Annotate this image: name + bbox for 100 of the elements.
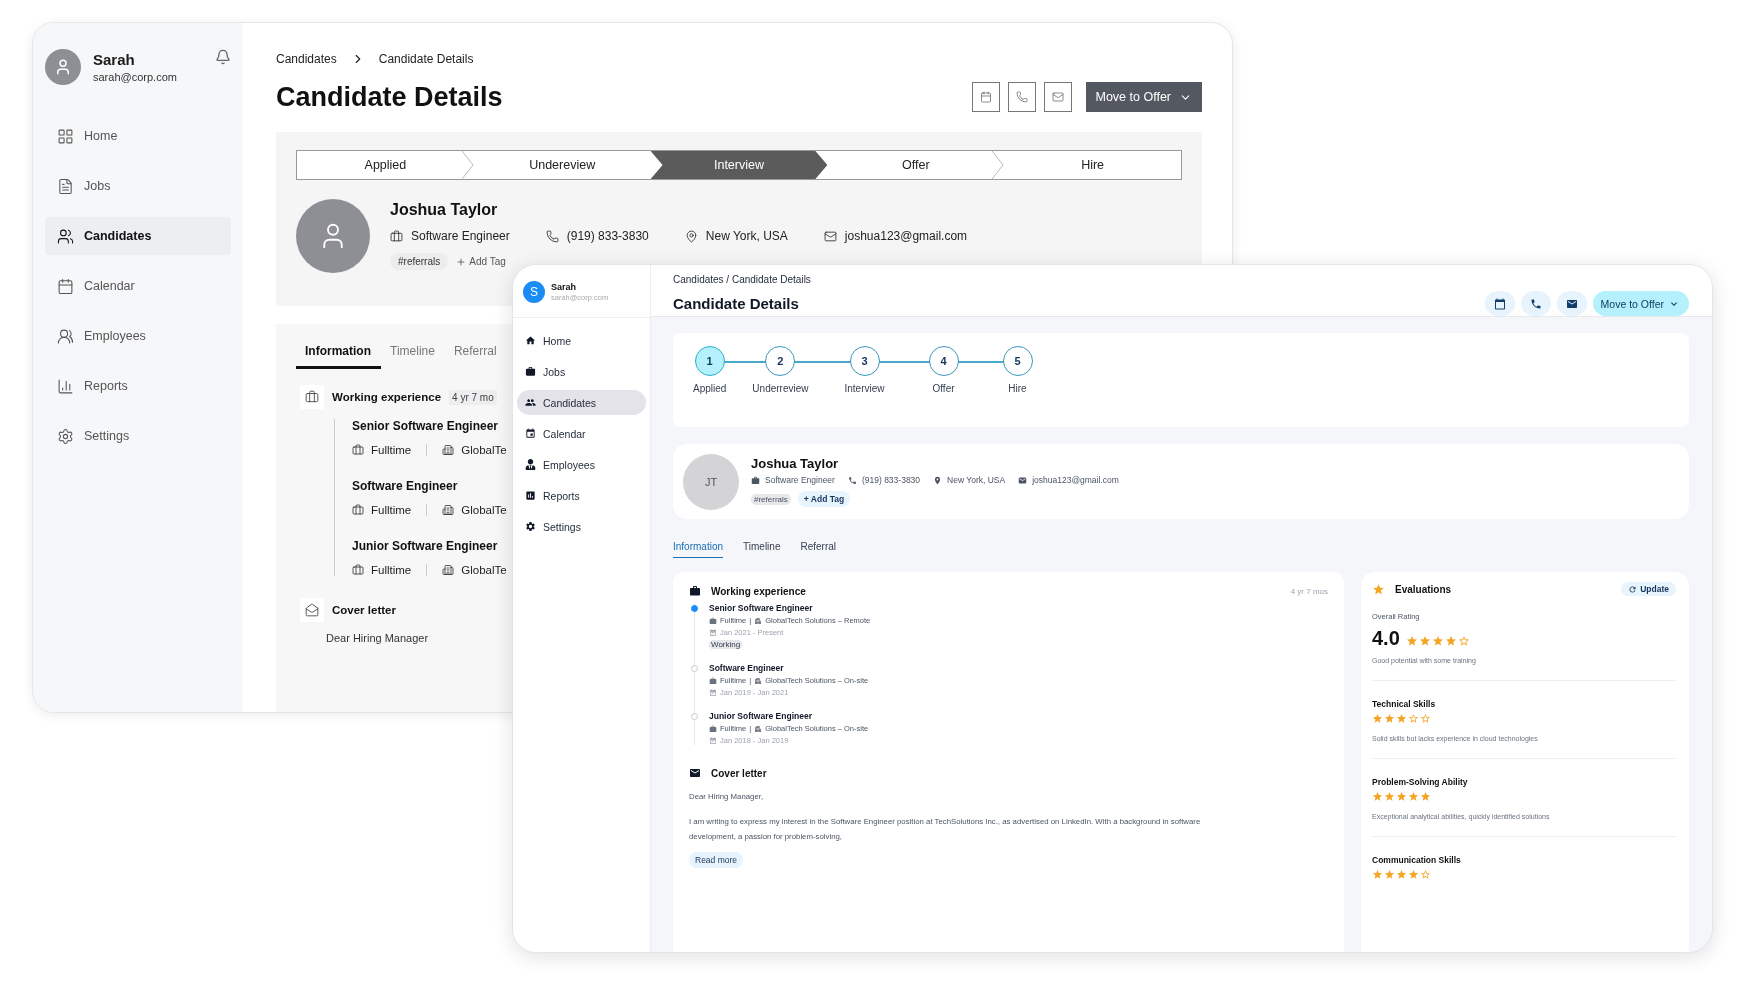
mail-icon — [1565, 297, 1578, 310]
user-name: Sarah — [93, 51, 136, 68]
building-icon — [754, 616, 763, 625]
nav-item[interactable]: Calendar — [517, 421, 646, 446]
nav-item[interactable]: Reports — [45, 367, 231, 405]
tab[interactable]: Timeline — [743, 541, 781, 558]
nav-item[interactable]: Reports — [517, 483, 646, 508]
add-tag-button[interactable]: + Add Tag — [797, 491, 851, 507]
grid-icon — [57, 127, 74, 145]
nav-item[interactable]: Jobs — [45, 167, 231, 205]
step-circle[interactable]: 4 — [928, 346, 959, 376]
step-label: Interview — [844, 383, 885, 394]
pipeline-stage[interactable]: Interview — [650, 151, 828, 179]
candidate-detail: New York, USA — [705, 229, 788, 243]
nav-item[interactable]: Calendar — [45, 267, 231, 305]
pipeline-stage[interactable]: Undereview — [473, 151, 651, 179]
envelope-icon — [300, 598, 324, 622]
user-name: Sarah — [551, 282, 577, 292]
breadcrumb-item[interactable]: Candidates — [276, 52, 337, 66]
mail-icon — [1018, 475, 1028, 485]
step-circle[interactable]: 5 — [1002, 346, 1033, 376]
candidate-name: Joshua Taylor — [751, 456, 840, 471]
candidate-detail: New York, USA — [947, 475, 1006, 485]
job-type: Fulltime — [371, 564, 412, 576]
cover-letter-text: Dear Hiring Manager — [326, 632, 429, 644]
candidate-name: Joshua Taylor — [390, 201, 499, 219]
step-circle[interactable]: 3 — [849, 346, 880, 376]
briefcase-icon — [352, 564, 364, 576]
bar-chart-icon — [57, 377, 74, 395]
nav-item[interactable]: Employees — [45, 317, 231, 355]
people-icon — [57, 227, 74, 245]
briefcase-icon — [709, 676, 717, 685]
nav-label: Settings — [84, 429, 130, 443]
mail-icon — [689, 767, 701, 779]
tag: #referrals — [390, 253, 449, 270]
nav-item[interactable]: Home — [45, 117, 231, 155]
step-circle[interactable]: 2 — [765, 346, 796, 376]
criterion-name: Technical Skills — [1372, 699, 1437, 709]
phone-button[interactable] — [1520, 291, 1551, 316]
pipeline-stage[interactable]: Applied — [297, 151, 474, 179]
move-to-offer-button[interactable]: Move to Offer — [1592, 291, 1689, 316]
avatar — [45, 49, 81, 85]
step-label: Offer — [932, 383, 955, 394]
location-pin-icon — [933, 475, 943, 485]
tab[interactable]: Information — [296, 344, 381, 369]
update-button[interactable]: Update — [1621, 582, 1676, 596]
nav-item[interactable]: Candidates — [517, 390, 646, 415]
status-badge: Working — [709, 640, 743, 649]
candidate-detail: Software Engineer — [411, 229, 510, 243]
nav-label: Calendar — [543, 427, 586, 440]
nav-label: Reports — [84, 379, 128, 393]
tab[interactable]: Referral — [800, 541, 837, 558]
user-email: sarah@corp.com — [93, 71, 178, 83]
nav-item[interactable]: Employees — [517, 452, 646, 477]
notepad-icon — [57, 177, 74, 195]
job-title: Senior Software Engineer — [709, 603, 813, 613]
calendar-button[interactable] — [1484, 291, 1515, 316]
nav-label: Reports — [543, 489, 580, 502]
breadcrumb: Candidates / Candidate Details — [673, 274, 812, 285]
filled-star-icon — [1408, 869, 1419, 880]
tag: #referrals — [751, 493, 791, 505]
nav-item[interactable]: Settings — [45, 417, 231, 455]
calendar-icon — [709, 688, 717, 697]
nav-label: Home — [84, 129, 118, 143]
briefcase-icon — [352, 504, 364, 516]
building-icon — [754, 676, 763, 685]
tab[interactable]: Information — [673, 541, 724, 558]
mail-icon — [1051, 91, 1064, 103]
pipeline-stage[interactable]: Offer — [827, 151, 1005, 179]
rating-score: 4.0 — [1372, 627, 1400, 650]
nav-label: Employees — [84, 329, 146, 343]
job-title: Software Engineer — [352, 479, 458, 493]
tab[interactable]: Timeline — [381, 344, 445, 369]
candidate-detail: (919) 833-3830 — [861, 475, 921, 485]
filled-star-icon — [1396, 791, 1407, 802]
pipeline-stage[interactable]: Hire — [1004, 151, 1181, 179]
move-to-offer-button[interactable]: Move to Offer — [1085, 82, 1202, 112]
step-label: Applied — [693, 383, 727, 394]
nav-item[interactable]: Settings — [517, 514, 646, 539]
building-icon — [442, 504, 455, 516]
tab[interactable]: Referral — [444, 344, 507, 369]
briefcase-icon — [689, 585, 701, 597]
mail-button[interactable] — [1556, 291, 1587, 316]
calendar-icon — [709, 736, 717, 745]
briefcase-icon — [352, 444, 364, 456]
refresh-icon — [1628, 584, 1638, 594]
filled-star-icon — [1420, 791, 1431, 802]
read-more-button[interactable]: Read more — [689, 852, 744, 868]
nav-item[interactable]: Jobs — [517, 359, 646, 384]
settings-icon — [57, 427, 74, 445]
add-tag-button[interactable]: Add Tag — [456, 256, 506, 267]
nav-item[interactable]: Home — [517, 328, 646, 353]
step-circle[interactable]: 1 — [694, 346, 725, 376]
filled-star-icon — [1384, 791, 1395, 802]
bell-icon[interactable] — [215, 49, 231, 65]
calendar-icon — [709, 628, 717, 637]
phone-button[interactable] — [1007, 82, 1036, 112]
person-icon — [525, 459, 536, 470]
company-name: GlobalTe — [461, 444, 507, 456]
nav-item[interactable]: Candidates — [45, 217, 231, 255]
